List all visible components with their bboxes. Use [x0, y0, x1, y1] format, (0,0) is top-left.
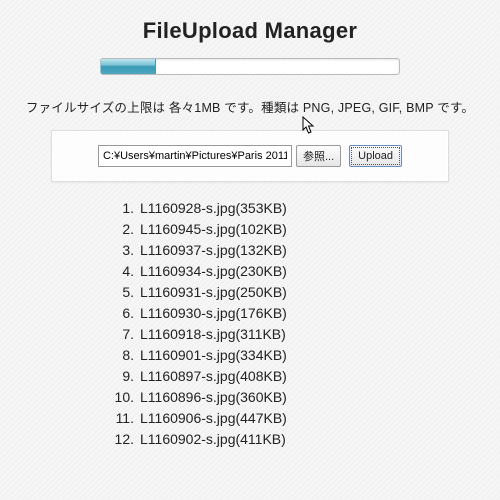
list-item-index: 1.: [108, 198, 134, 219]
list-item-size: (250KB): [235, 282, 286, 303]
list-item-size: (334KB): [235, 345, 286, 366]
list-item-filename: L1160930-s.jpg: [140, 303, 235, 324]
list-item-filename: L1160928-s.jpg: [140, 198, 235, 219]
list-item-filename: L1160931-s.jpg: [140, 282, 235, 303]
list-item: 12. L1160902-s.jpg (411KB): [108, 429, 500, 450]
list-item-filename: L1160918-s.jpg: [140, 324, 235, 345]
list-item-index: 3.: [108, 240, 134, 261]
upload-panel: 参照... Upload: [51, 130, 449, 182]
browse-button[interactable]: 参照...: [296, 145, 341, 167]
list-item-filename: L1160937-s.jpg: [140, 240, 235, 261]
progress-track: [100, 58, 400, 75]
list-item-size: (411KB): [235, 429, 285, 450]
list-item-index: 2.: [108, 219, 134, 240]
upload-button[interactable]: Upload: [349, 145, 402, 167]
list-item: 6. L1160930-s.jpg (176KB): [108, 303, 500, 324]
list-item: 8. L1160901-s.jpg (334KB): [108, 345, 500, 366]
list-item-filename: L1160906-s.jpg: [140, 408, 235, 429]
list-item-index: 11.: [108, 408, 134, 429]
list-item-index: 6.: [108, 303, 134, 324]
list-item-size: (311KB): [235, 324, 285, 345]
progress-bar: [100, 58, 400, 75]
list-item-size: (447KB): [235, 408, 286, 429]
list-item-filename: L1160945-s.jpg: [140, 219, 235, 240]
list-item-filename: L1160896-s.jpg: [140, 387, 235, 408]
list-item-filename: L1160902-s.jpg: [140, 429, 235, 450]
list-item: 3. L1160937-s.jpg (132KB): [108, 240, 500, 261]
list-item-size: (353KB): [235, 198, 286, 219]
list-item-size: (230KB): [235, 261, 286, 282]
list-item: 1. L1160928-s.jpg (353KB): [108, 198, 500, 219]
list-item-index: 12.: [108, 429, 134, 450]
list-item: 9. L1160897-s.jpg (408KB): [108, 366, 500, 387]
list-item-index: 10.: [108, 387, 134, 408]
list-item-index: 4.: [108, 261, 134, 282]
list-item-size: (102KB): [235, 219, 286, 240]
list-item-index: 5.: [108, 282, 134, 303]
list-item-index: 9.: [108, 366, 134, 387]
list-item-filename: L1160901-s.jpg: [140, 345, 235, 366]
list-item-size: (408KB): [235, 366, 286, 387]
page-title: FileUpload Manager: [0, 0, 500, 58]
list-item: 7. L1160918-s.jpg (311KB): [108, 324, 500, 345]
progress-fill: [101, 59, 156, 74]
list-item: 4. L1160934-s.jpg (230KB): [108, 261, 500, 282]
list-item-index: 8.: [108, 345, 134, 366]
list-item-filename: L1160934-s.jpg: [140, 261, 235, 282]
list-item-filename: L1160897-s.jpg: [140, 366, 235, 387]
hint-text: ファイルサイズの上限は 各々1MB です。種類は PNG, JPEG, GIF,…: [0, 97, 500, 116]
list-item-size: (176KB): [235, 303, 286, 324]
file-list: 1. L1160928-s.jpg (353KB) 2. L1160945-s.jpg…: [108, 198, 500, 450]
file-path-input[interactable]: [98, 145, 292, 167]
list-item-index: 7.: [108, 324, 134, 345]
list-item: 11. L1160906-s.jpg (447KB): [108, 408, 500, 429]
list-item: 2. L1160945-s.jpg (102KB): [108, 219, 500, 240]
list-item: 5. L1160931-s.jpg (250KB): [108, 282, 500, 303]
list-item-size: (132KB): [235, 240, 286, 261]
list-item-size: (360KB): [235, 387, 286, 408]
list-item: 10. L1160896-s.jpg (360KB): [108, 387, 500, 408]
